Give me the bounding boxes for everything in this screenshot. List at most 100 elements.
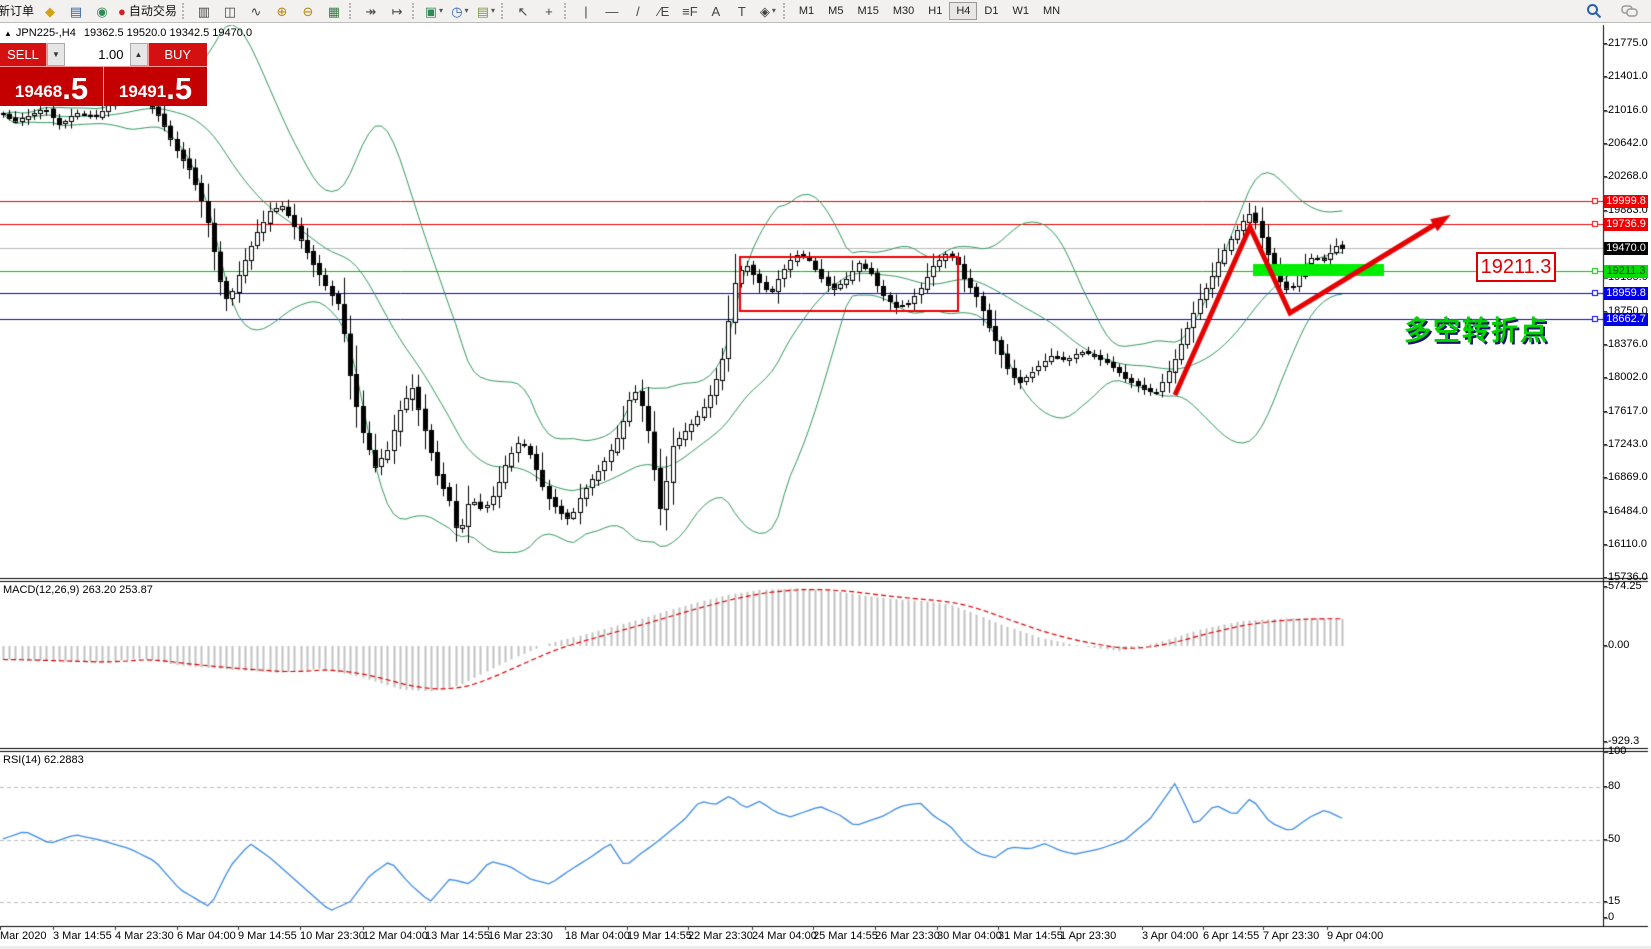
price-level-label: 18662.7 (1604, 313, 1648, 326)
date-tick-label: 4 Mar 23:30 (115, 930, 174, 942)
timeframe-W1[interactable]: W1 (1005, 2, 1036, 20)
spin-up-icon: ▲ (134, 50, 143, 59)
price-tick-label: 16869.0 (1603, 471, 1648, 484)
tile-windows-button[interactable]: ▦ (321, 1, 347, 21)
buy-button[interactable]: BUY (147, 43, 207, 66)
new-order-button[interactable]: 新订单 (0, 1, 37, 21)
spin-down-icon: ▼ (52, 50, 60, 59)
timeframe-H4[interactable]: H4 (949, 2, 978, 20)
date-tick-label: 3 Apr 04:00 (1142, 930, 1199, 942)
cursor-button[interactable]: ↖ (510, 1, 536, 21)
date-tick-label: 31 Mar 14:55 (998, 930, 1063, 942)
buy-price[interactable]: 19491.5 (104, 67, 207, 106)
chart-window: ▲ JPN225-,H4 19362.5 19520.0 19342.5 19470… (0, 23, 1651, 949)
candlestick-icon: ◫ (223, 3, 237, 19)
crosshair-icon: + (545, 3, 553, 19)
timeframe-MN[interactable]: MN (1036, 2, 1067, 20)
chat-icon[interactable] (1617, 1, 1643, 21)
timeframe-D1[interactable]: D1 (977, 2, 1005, 20)
toolbar-grip (181, 3, 188, 19)
price-tick-label: 18376.0 (1603, 337, 1648, 350)
price-tick-label: 17243.0 (1603, 437, 1648, 450)
zoom-out-icon: ⊖ (302, 3, 314, 19)
data-window-button[interactable]: ◉ (89, 1, 115, 21)
macd-tick-label: 574.25 (1603, 579, 1642, 592)
bar-chart-button[interactable]: ▥ (191, 1, 217, 21)
turning-point-annotation[interactable]: 多空转折点 (1404, 309, 1600, 348)
toolbar-grip (348, 3, 355, 19)
vertical-line-icon: | (584, 3, 588, 19)
timeframe-M15[interactable]: M15 (850, 2, 885, 20)
sell-price-big: .5 (62, 71, 89, 106)
date-tick-label: 25 Mar 14:55 (813, 930, 878, 942)
toolbar-grip (563, 3, 570, 19)
date-tick-label: 24 Mar 04:00 (752, 930, 817, 942)
text-button[interactable]: A (703, 1, 729, 21)
price-callout-19211[interactable]: 19211.3 (1476, 252, 1556, 282)
chart-shift-end-button[interactable]: ↦ (384, 1, 410, 21)
sell-price[interactable]: 19468.5 (0, 67, 104, 106)
search-icon[interactable] (1581, 1, 1607, 21)
data-window-icon: ◉ (96, 3, 108, 19)
buy-price-big: .5 (166, 71, 193, 106)
text-icon: A (711, 3, 721, 19)
chevron-down-icon: ▾ (491, 6, 496, 15)
bar-chart-icon: ▥ (197, 3, 211, 19)
auto-scroll-button[interactable]: ↠ (358, 1, 384, 21)
new-chart-icon: ▣ (424, 3, 438, 19)
price-level-label: 19736.9 (1604, 218, 1648, 231)
chart-shift-icon-button[interactable]: ◆ (37, 1, 63, 21)
toolbar-grip (411, 3, 418, 19)
vertical-line-button[interactable]: | (573, 1, 599, 21)
line-chart-button[interactable]: ∿ (243, 1, 269, 21)
volume-increase-button[interactable]: ▲ (129, 43, 148, 66)
new-order-button-label: 新订单 (0, 4, 35, 18)
shapes-button[interactable]: ◈ ▾ (755, 1, 781, 21)
date-tick-label: 30 Mar 04:00 (937, 930, 1002, 942)
symbol-header: ▲ JPN225-,H4 19362.5 19520.0 19342.5 19470… (4, 27, 252, 39)
rsi-tick-label: 80 (1602, 779, 1621, 792)
timeframe-M5[interactable]: M5 (821, 2, 850, 20)
rsi-tick-label: 15 (1602, 894, 1621, 907)
date-tick-label: 26 Mar 23:30 (875, 930, 940, 942)
zoom-in-icon: ⊕ (276, 3, 288, 19)
fibonacci-icon: ≡F (682, 3, 698, 19)
date-tick-label: Mar 2020 (0, 930, 47, 942)
indicators-button[interactable]: ▤ ▾ (473, 1, 499, 21)
navigator-button[interactable]: ▤ (63, 1, 89, 21)
new-chart-button[interactable]: ▣ ▾ (421, 1, 447, 21)
candlestick-button[interactable]: ◫ (217, 1, 243, 21)
price-tick-label: 20642.0 (1603, 137, 1648, 150)
label-button[interactable]: T (729, 1, 755, 21)
timeframe-H1[interactable]: H1 (921, 2, 949, 20)
volume-decrease-button[interactable]: ▼ (47, 43, 65, 66)
rsi-tick-label: 50 (1602, 833, 1621, 845)
profiles-icon: ◷ (451, 3, 463, 19)
channel-button[interactable]: ∕E (651, 1, 677, 21)
profiles-button[interactable]: ◷ ▾ (447, 1, 473, 21)
volume-input[interactable]: 1.00 (65, 43, 130, 66)
zoom-in-button[interactable]: ⊕ (269, 1, 295, 21)
chevron-down-icon: ▾ (771, 6, 776, 15)
navigator-icon: ▤ (69, 3, 83, 19)
timeframe-M30[interactable]: M30 (886, 2, 921, 20)
trendline-icon: / (636, 3, 640, 19)
chart-shift-end-icon: ↦ (391, 3, 403, 19)
toolbar-grip (782, 3, 789, 19)
trendline-button[interactable]: / (625, 1, 651, 21)
autotrade-button[interactable]: ● 自动交易 (115, 1, 180, 21)
date-tick-label: 16 Mar 23:30 (488, 930, 553, 942)
timeframe-M1[interactable]: M1 (792, 2, 821, 20)
sell-button[interactable]: SELL (0, 43, 47, 66)
fibonacci-button[interactable]: ≡F (677, 1, 703, 21)
date-tick-label: 18 Mar 04:00 (565, 930, 630, 942)
date-tick-label: 10 Mar 23:30 (300, 930, 365, 942)
chart-canvas[interactable] (0, 23, 1651, 949)
date-tick-label: 7 Apr 23:30 (1263, 930, 1320, 942)
date-tick-label: 6 Apr 14:55 (1203, 930, 1260, 942)
zoom-out-button[interactable]: ⊖ (295, 1, 321, 21)
macd-tick-label: 0.00 (1602, 639, 1630, 651)
horizontal-line-button[interactable]: — (599, 1, 625, 21)
label-icon: T (737, 3, 746, 19)
crosshair-button[interactable]: + (536, 1, 562, 21)
